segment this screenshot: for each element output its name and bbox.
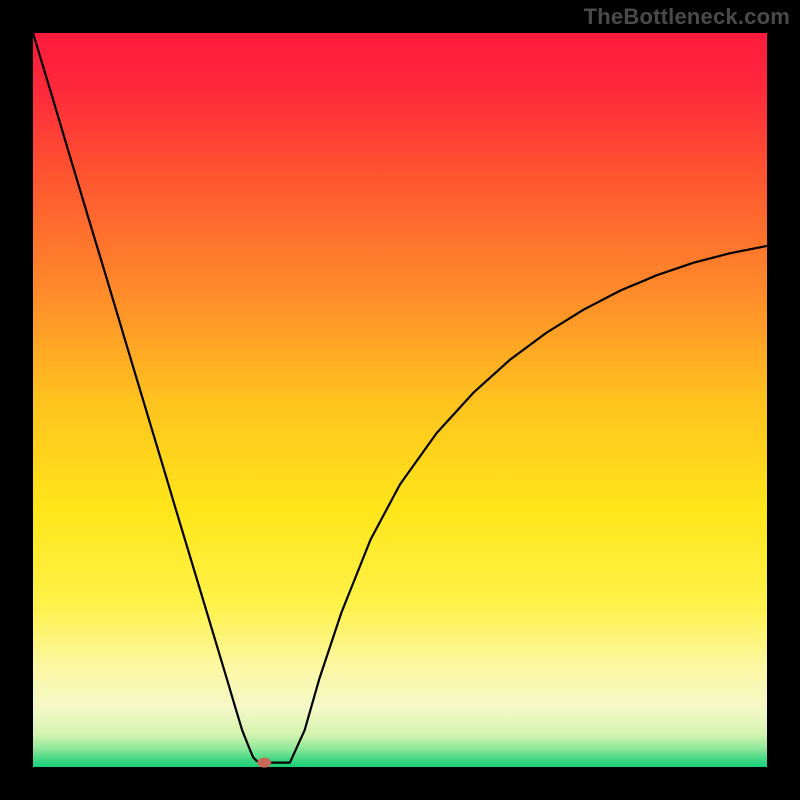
optimal-point-marker xyxy=(257,758,271,768)
bottleneck-chart xyxy=(0,0,800,800)
chart-frame: TheBottleneck.com xyxy=(0,0,800,800)
